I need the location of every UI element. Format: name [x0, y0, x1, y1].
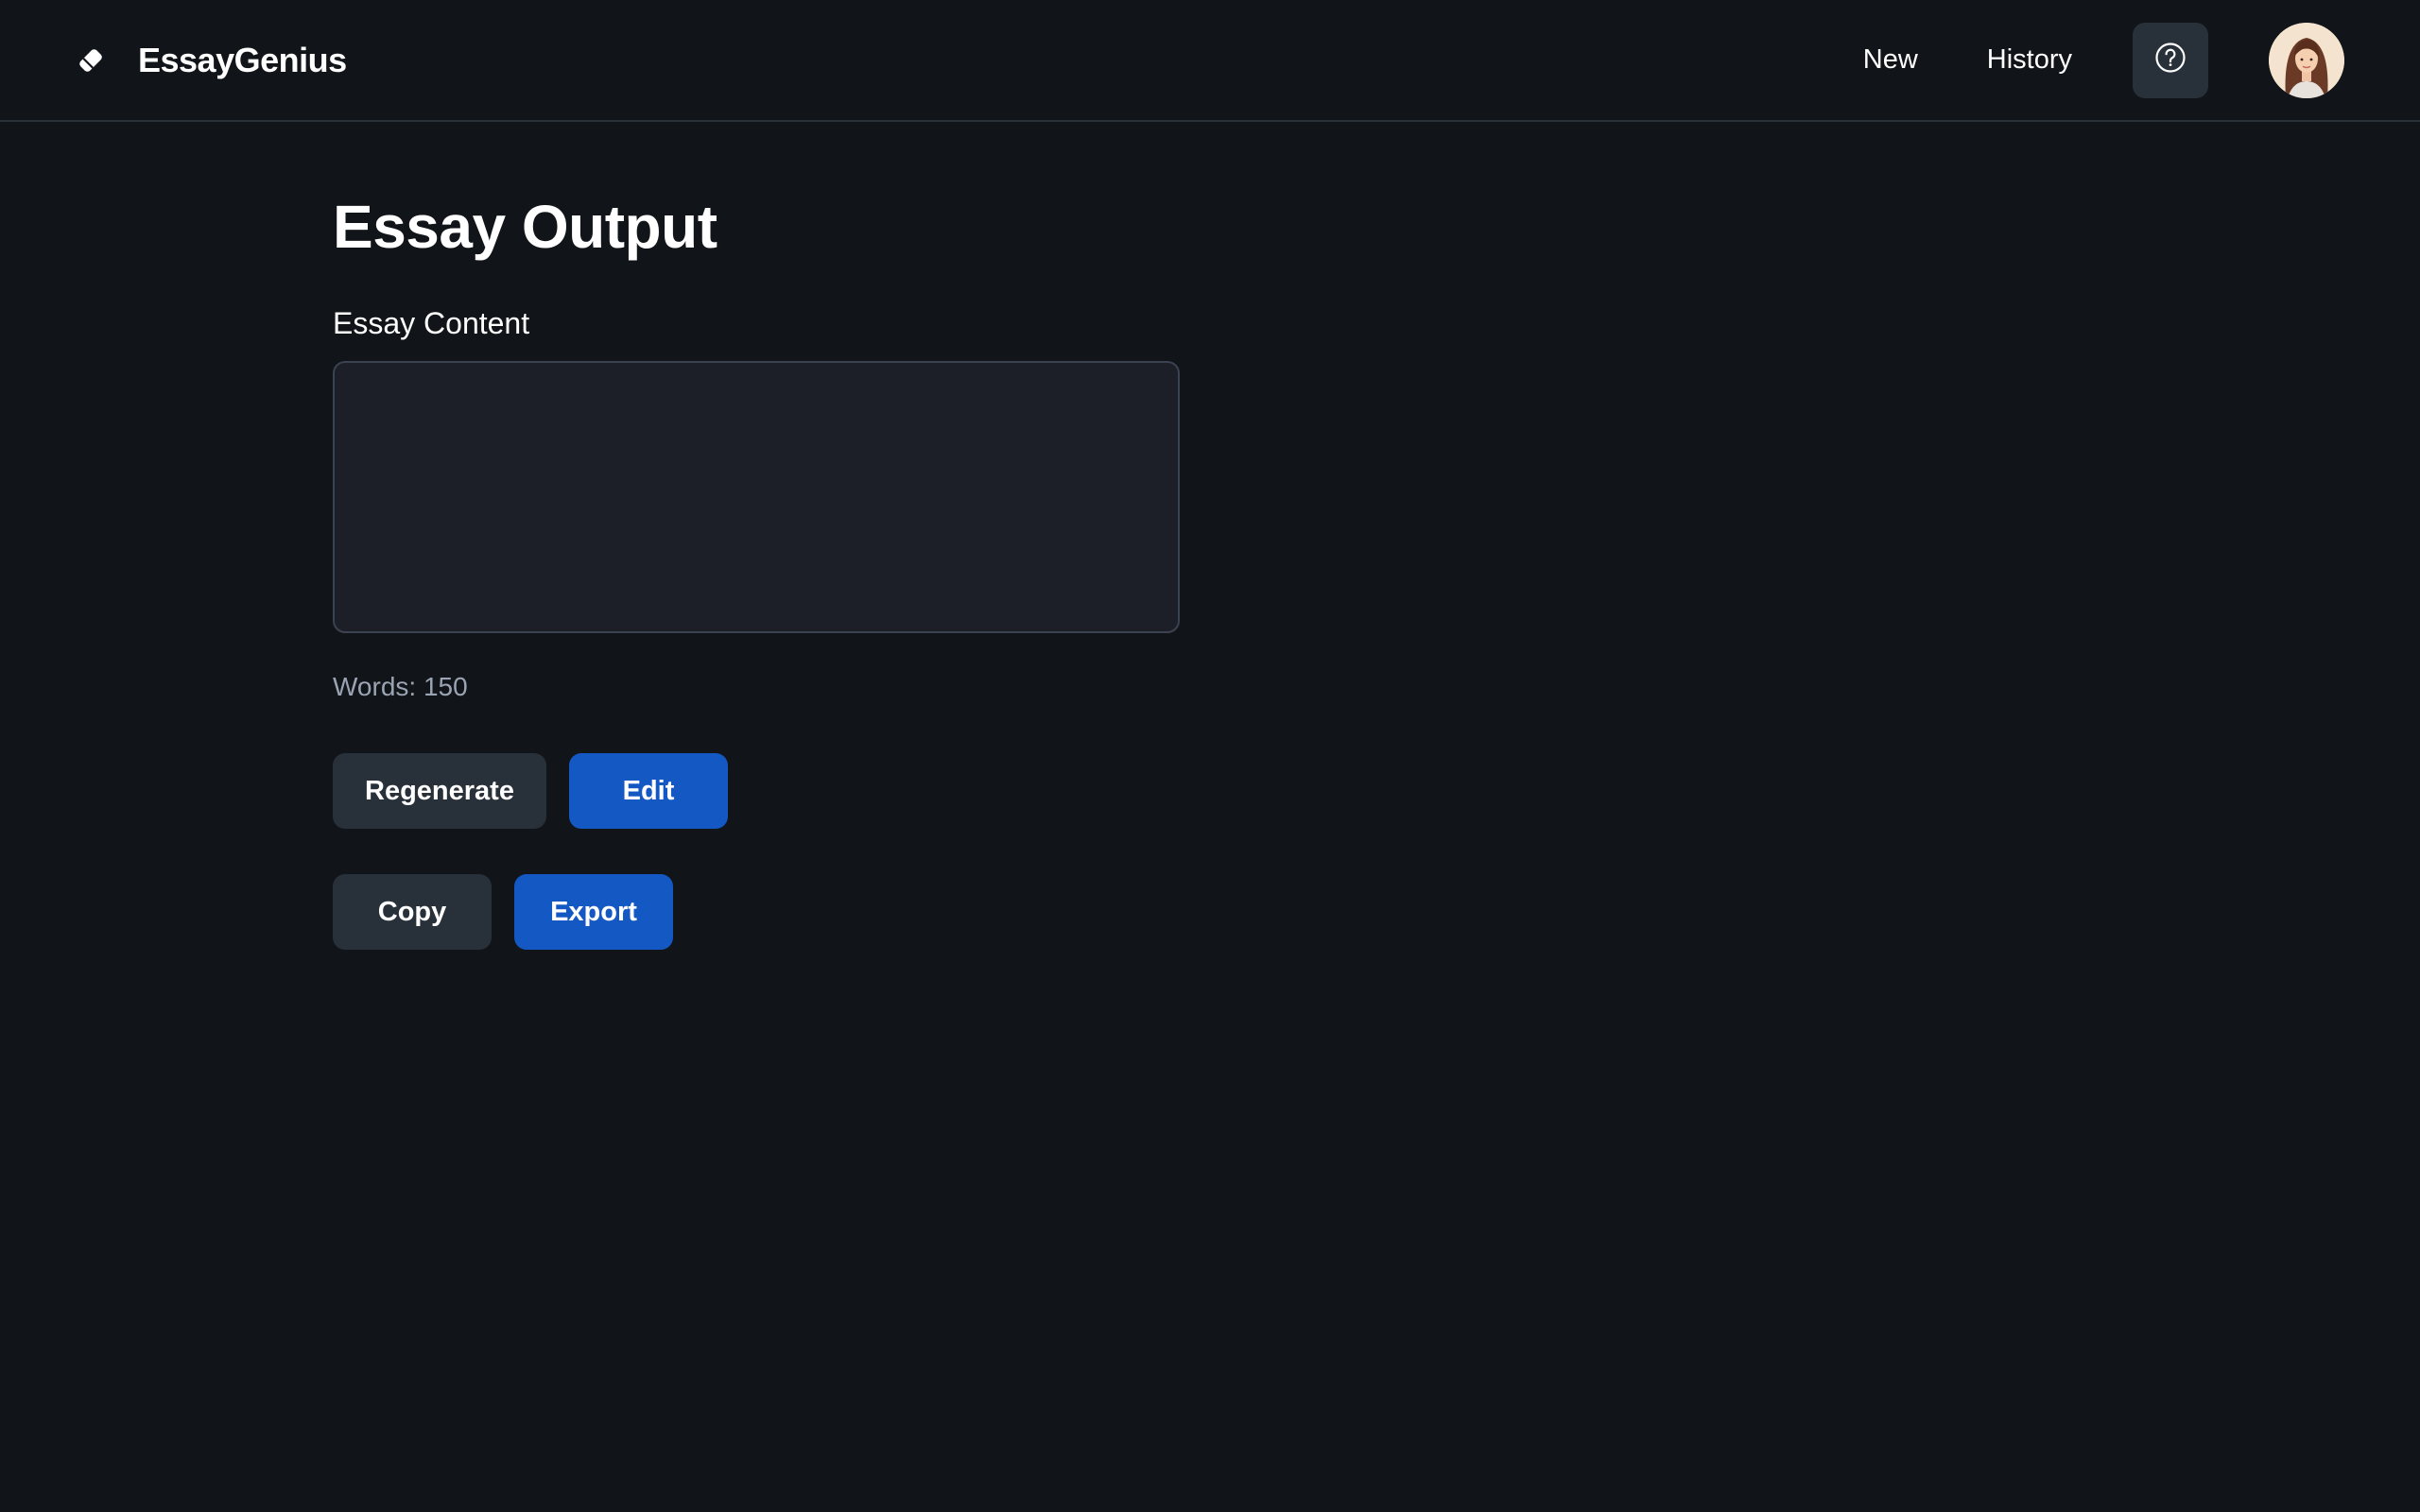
primary-actions: Regenerate Edit [333, 753, 1278, 829]
page-title: Essay Output [333, 193, 717, 261]
user-avatar[interactable] [2269, 22, 2344, 98]
edit-button[interactable]: Edit [569, 753, 728, 829]
essay-output-section: Essay Output Essay Content Words: 150 Re… [333, 189, 1278, 950]
top-navigation-bar: EssayGenius New History [0, 0, 2420, 122]
essay-content-label: Essay Content [333, 306, 530, 340]
word-count: Words: 150 [333, 672, 468, 701]
regenerate-button[interactable]: Regenerate [333, 753, 546, 829]
export-button[interactable]: Export [514, 874, 673, 950]
brand-name: EssayGenius [138, 40, 347, 79]
nav-link-new[interactable]: New [1863, 44, 1918, 76]
copy-button[interactable]: Copy [333, 874, 492, 950]
essay-content-textarea[interactable] [333, 361, 1180, 633]
help-button[interactable] [2133, 22, 2208, 98]
nav-link-history[interactable]: History [1987, 44, 2072, 76]
main-nav: New History [1863, 22, 2344, 98]
help-circle-icon [2154, 42, 2187, 78]
secondary-actions: Copy Export [333, 874, 1278, 950]
pencil-icon [76, 45, 106, 76]
brand[interactable]: EssayGenius [76, 41, 347, 80]
